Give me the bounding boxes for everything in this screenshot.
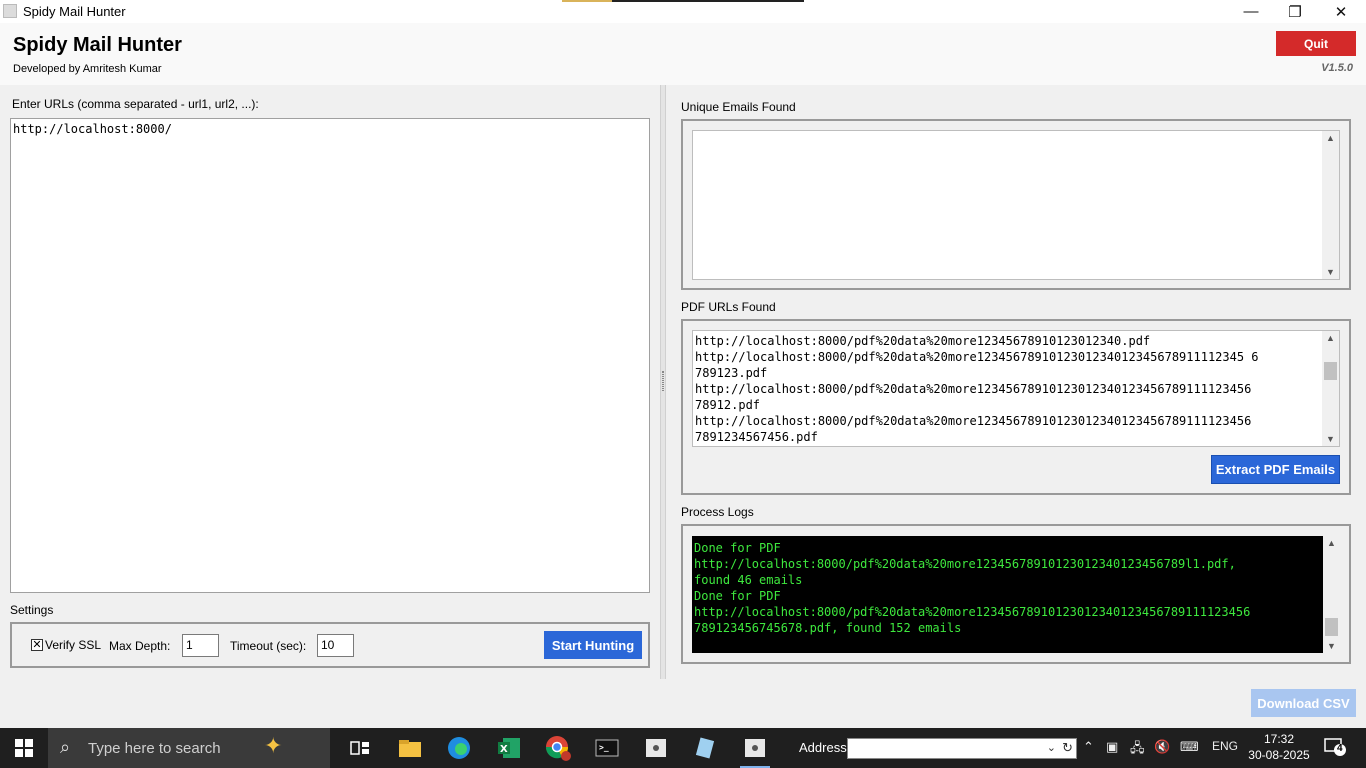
svg-text:>_: >_ bbox=[599, 743, 609, 752]
spidy-app-icon[interactable] bbox=[641, 734, 671, 762]
timeout-label: Timeout (sec): bbox=[230, 639, 307, 653]
windows-start-icon[interactable] bbox=[0, 728, 48, 768]
scroll-thumb[interactable] bbox=[1325, 618, 1338, 636]
task-view-icon[interactable] bbox=[345, 734, 375, 762]
scroll-down-icon[interactable]: ▼ bbox=[1322, 434, 1339, 444]
bottom-bar: Download CSV bbox=[0, 679, 1366, 728]
app-subtitle: Developed by Amritesh Kumar bbox=[13, 63, 162, 75]
splitter-grip[interactable] bbox=[662, 371, 664, 391]
url-input-label: Enter URLs (comma separated - url1, url2… bbox=[12, 97, 259, 111]
right-panel: Unique Emails Found ▲ ▼ PDF URLs Found h… bbox=[666, 85, 1366, 679]
max-depth-label: Max Depth: bbox=[109, 639, 171, 653]
file-explorer-icon[interactable] bbox=[395, 734, 425, 762]
address-label: Address bbox=[799, 740, 847, 755]
address-go-icon[interactable]: ↻ bbox=[1062, 740, 1073, 756]
left-panel: Enter URLs (comma separated - url1, url2… bbox=[0, 85, 660, 679]
scroll-thumb[interactable] bbox=[1324, 362, 1337, 380]
process-logs-group: Done for PDF http://localhost:8000/pdf%2… bbox=[681, 524, 1351, 664]
app-title: Spidy Mail Hunter bbox=[13, 34, 182, 56]
clock-date: 30-08-2025 bbox=[1248, 748, 1310, 762]
process-logs-text: Done for PDF http://localhost:8000/pdf%2… bbox=[694, 541, 1251, 635]
volume-muted-icon[interactable]: 🔇 bbox=[1154, 739, 1170, 755]
spidy-app-active-icon[interactable] bbox=[740, 734, 770, 768]
verify-ssl-label[interactable]: Verify SSL bbox=[45, 638, 101, 652]
excel-icon[interactable]: X bbox=[494, 734, 524, 762]
pdf-urls-text: http://localhost:8000/pdf%20data%20more1… bbox=[695, 334, 1259, 444]
notification-icon[interactable]: 4 bbox=[1324, 737, 1346, 757]
window-titlebar: Spidy Mail Hunter — ❐ ✕ bbox=[0, 0, 1366, 23]
settings-box: ✕ Verify SSL Max Depth: 1 Timeout (sec):… bbox=[10, 622, 650, 668]
scroll-up-icon[interactable]: ▲ bbox=[1322, 133, 1339, 143]
process-logs-area[interactable]: Done for PDF http://localhost:8000/pdf%2… bbox=[692, 536, 1340, 653]
pdf-urls-label: PDF URLs Found bbox=[681, 300, 776, 314]
notification-count: 4 bbox=[1337, 743, 1343, 754]
minimize-button[interactable]: — bbox=[1228, 0, 1274, 23]
clock[interactable]: 17:32 30-08-2025 bbox=[1248, 731, 1310, 763]
keyboard-icon[interactable]: ⌨ bbox=[1180, 739, 1199, 755]
version-label: V1.5.0 bbox=[1321, 62, 1353, 74]
network-icon[interactable]: 🖧 bbox=[1130, 739, 1145, 761]
taskbar-search[interactable]: ⌕ Type here to search ✦ bbox=[48, 728, 330, 768]
quit-button[interactable]: Quit bbox=[1276, 31, 1356, 56]
emails-group: ▲ ▼ bbox=[681, 119, 1351, 290]
svg-text:X: X bbox=[500, 744, 508, 755]
app-icon bbox=[3, 4, 17, 18]
emails-label: Unique Emails Found bbox=[681, 100, 796, 114]
search-icon: ⌕ bbox=[60, 737, 71, 757]
start-hunting-button[interactable]: Start Hunting bbox=[544, 631, 642, 659]
pdf-urls-group: http://localhost:8000/pdf%20data%20more1… bbox=[681, 319, 1351, 495]
emails-list[interactable]: ▲ ▼ bbox=[692, 130, 1340, 280]
language-indicator[interactable]: ENG bbox=[1212, 739, 1238, 753]
pdf-urls-list[interactable]: http://localhost:8000/pdf%20data%20more1… bbox=[692, 330, 1340, 447]
scroll-down-icon[interactable]: ▼ bbox=[1322, 267, 1339, 277]
address-dropdown-icon[interactable]: ⌄ bbox=[1047, 741, 1056, 754]
close-button[interactable]: ✕ bbox=[1318, 0, 1364, 23]
chrome-icon[interactable] bbox=[543, 734, 573, 762]
extract-pdf-emails-button[interactable]: Extract PDF Emails bbox=[1211, 455, 1340, 484]
scroll-down-icon[interactable]: ▼ bbox=[1323, 641, 1340, 651]
taskbar: ⌕ Type here to search ✦ X >_ Address ⌄ ↻… bbox=[0, 728, 1366, 768]
restore-button[interactable]: ❐ bbox=[1272, 0, 1318, 23]
pdf-urls-scrollbar[interactable]: ▲ ▼ bbox=[1322, 331, 1339, 446]
notepad-icon[interactable] bbox=[690, 734, 720, 762]
timeout-input[interactable]: 10 bbox=[317, 634, 354, 657]
meet-now-icon[interactable]: ▣ bbox=[1106, 739, 1118, 755]
process-logs-label: Process Logs bbox=[681, 505, 754, 519]
window-highlight-stripe bbox=[562, 0, 804, 2]
search-placeholder: Type here to search bbox=[88, 740, 221, 757]
terminal-icon[interactable]: >_ bbox=[592, 734, 622, 762]
scroll-up-icon[interactable]: ▲ bbox=[1323, 538, 1340, 548]
download-csv-button[interactable]: Download CSV bbox=[1251, 689, 1356, 717]
settings-label: Settings bbox=[10, 603, 54, 617]
address-input[interactable]: ⌄ ↻ bbox=[847, 738, 1077, 759]
copilot-icon[interactable]: ✦ bbox=[264, 733, 282, 759]
show-hidden-icons-icon[interactable]: ⌃ bbox=[1083, 739, 1094, 755]
max-depth-input[interactable]: 1 bbox=[182, 634, 219, 657]
logs-scrollbar[interactable]: ▲ ▼ bbox=[1323, 536, 1340, 653]
clock-time: 17:32 bbox=[1263, 732, 1295, 746]
emails-scrollbar[interactable]: ▲ ▼ bbox=[1322, 131, 1339, 279]
verify-ssl-checkbox[interactable]: ✕ bbox=[31, 639, 43, 651]
url-input[interactable]: http://localhost:8000/ bbox=[10, 118, 650, 593]
window-title: Spidy Mail Hunter bbox=[23, 4, 126, 19]
scroll-up-icon[interactable]: ▲ bbox=[1322, 333, 1339, 343]
edge-icon[interactable] bbox=[444, 734, 474, 762]
app-header: Spidy Mail Hunter Developed by Amritesh … bbox=[0, 23, 1366, 85]
